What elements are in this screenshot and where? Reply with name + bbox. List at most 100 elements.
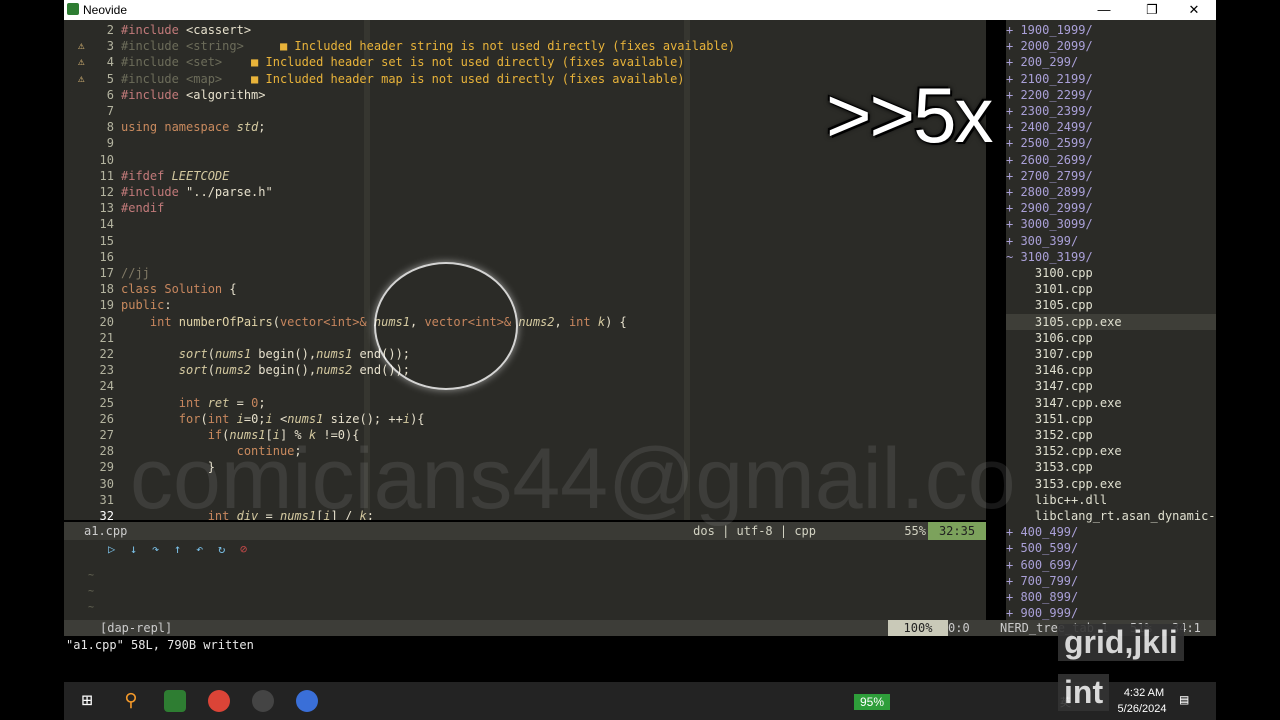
line-number: 30 <box>99 476 114 491</box>
code-line[interactable]: 26 for(int i=0;i <nums1 size(); ++i){ <box>64 411 986 427</box>
search-icon[interactable]: ⚲ <box>120 690 142 712</box>
tree-directory[interactable]: + 300_399/ <box>1006 233 1216 249</box>
tree-directory[interactable]: + 2400_2499/ <box>1006 119 1216 135</box>
neovide-taskbar-icon[interactable] <box>164 690 186 712</box>
tree-file[interactable]: 3106.cpp <box>1006 330 1216 346</box>
dap-control-button[interactable]: ↷ <box>152 542 159 556</box>
code-line[interactable]: ⚠ 4 #include <set> ■ Included header set i… <box>64 54 986 70</box>
tree-file[interactable]: 3152.cpp.exe <box>1006 443 1216 459</box>
line-number: 18 <box>99 282 114 297</box>
tree-directory[interactable]: + 700_799/ <box>1006 573 1216 589</box>
code-line[interactable]: 13 #endif <box>64 200 986 216</box>
code-line[interactable]: 19 public: <box>64 297 986 313</box>
code-line[interactable]: 2 #include <cassert> <box>64 22 986 38</box>
dap-control-button[interactable]: ↑ <box>174 542 181 556</box>
dap-control-button[interactable]: ↓ <box>130 542 137 556</box>
code-line[interactable]: 24 <box>64 378 986 394</box>
tree-directory[interactable]: + 2100_2199/ <box>1006 71 1216 87</box>
close-button[interactable]: ✕ <box>1172 0 1216 20</box>
tree-file[interactable]: 3100.cpp <box>1006 265 1216 281</box>
tree-directory[interactable]: + 2700_2799/ <box>1006 168 1216 184</box>
tree-file[interactable]: 3107.cpp <box>1006 346 1216 362</box>
line-number: 8 <box>106 120 114 135</box>
code-line[interactable]: 14 <box>64 216 986 232</box>
file-tree[interactable]: + 1900_1999/+ 2000_2099/+ 200_299/+ 2100… <box>1006 20 1216 620</box>
tree-file[interactable]: 3101.cpp <box>1006 281 1216 297</box>
tree-directory[interactable]: + 2600_2699/ <box>1006 152 1216 168</box>
dap-control-button[interactable]: ↻ <box>218 542 225 556</box>
line-number: 4 <box>106 55 114 70</box>
tree-file[interactable]: 3153.cpp.exe <box>1006 476 1216 492</box>
code-line[interactable]: 18 class Solution { <box>64 281 986 297</box>
line-number: 7 <box>106 104 114 118</box>
battery-indicator[interactable]: 95% <box>854 694 891 710</box>
tree-file[interactable]: 3146.cpp <box>1006 362 1216 378</box>
dap-control-button[interactable]: ⊘ <box>240 542 247 556</box>
code-line[interactable]: 22 sort(nums1 begin(),nums1 end()); <box>64 346 986 362</box>
code-line[interactable]: 15 <box>64 233 986 249</box>
code-line[interactable]: 12 #include "../parse.h" <box>64 184 986 200</box>
tree-file[interactable]: 3147.cpp.exe <box>1006 395 1216 411</box>
line-number: 10 <box>99 152 114 167</box>
code-line[interactable]: 17 //jj <box>64 265 986 281</box>
tree-directory[interactable]: + 600_699/ <box>1006 557 1216 573</box>
code-line[interactable]: 25 int ret = 0; <box>64 395 986 411</box>
code-line[interactable]: 21 <box>64 330 986 346</box>
tree-directory[interactable]: + 1900_1999/ <box>1006 22 1216 38</box>
tree-file[interactable]: libc++.dll <box>1006 492 1216 508</box>
repl-tilde: ~ <box>88 602 95 613</box>
tree-file[interactable]: 3105.cpp.exe <box>1006 313 1216 330</box>
restore-button[interactable]: ❐ <box>1130 0 1174 20</box>
tree-directory[interactable]: + 2000_2099/ <box>1006 38 1216 54</box>
repl-tilde: ~ <box>88 586 95 597</box>
tree-file[interactable]: 3152.cpp <box>1006 427 1216 443</box>
tree-directory[interactable]: + 2500_2599/ <box>1006 135 1216 151</box>
tree-directory[interactable]: + 200_299/ <box>1006 54 1216 70</box>
tree-file[interactable]: 3151.cpp <box>1006 411 1216 427</box>
code-line[interactable]: 11 #ifdef LEETCODE <box>64 168 986 184</box>
key-hint: grid,jkli <box>1058 624 1184 661</box>
tree-directory[interactable]: + 500_599/ <box>1006 540 1216 556</box>
tree-file[interactable]: 3153.cpp <box>1006 459 1216 475</box>
windows-start-icon[interactable]: ⊞ <box>76 690 98 712</box>
line-code: sort(nums2 begin(),nums2 end()); <box>121 363 411 378</box>
code-line[interactable]: 23 sort(nums2 begin(),nums2 end()); <box>64 362 986 378</box>
tree-directory[interactable]: + 900_999/ <box>1006 605 1216 620</box>
app-icon[interactable] <box>296 690 318 712</box>
line-code: using namespace std; <box>121 120 266 135</box>
tree-directory[interactable]: + 2200_2299/ <box>1006 87 1216 103</box>
tree-file[interactable]: 3147.cpp <box>1006 378 1216 394</box>
clock-date[interactable]: 5/26/2024 <box>1112 703 1172 715</box>
clock-time[interactable]: 4:32 AM <box>1122 687 1166 699</box>
tree-directory[interactable]: ~ 3100_3199/ <box>1006 249 1216 265</box>
obs-icon[interactable] <box>252 690 274 712</box>
code-line[interactable]: 20 int numberOfPairs(vector<int>& nums1,… <box>64 314 986 330</box>
line-number: 28 <box>99 444 114 459</box>
repl-percent: 100% <box>888 620 948 636</box>
line-code: int ret = 0; <box>121 395 266 410</box>
line-number: 24 <box>99 379 114 394</box>
chrome-icon[interactable] <box>208 690 230 712</box>
tree-directory[interactable]: + 800_899/ <box>1006 589 1216 605</box>
code-line[interactable]: 16 <box>64 249 986 265</box>
dap-control-button[interactable]: ▷ <box>108 542 115 556</box>
tree-directory[interactable]: + 2900_2999/ <box>1006 200 1216 216</box>
line-code: #include <set> ■ Included header set is … <box>121 55 685 70</box>
dap-control-button[interactable]: ↶ <box>196 542 203 556</box>
tree-file[interactable]: libclang_rt.asan_dynamic- <box>1006 508 1216 524</box>
notifications-icon[interactable]: ▤ <box>1180 692 1188 708</box>
command-line[interactable]: "a1.cpp" 58L, 790B written <box>64 636 1216 682</box>
line-number: 26 <box>99 411 114 426</box>
line-number: 19 <box>99 298 114 313</box>
code-line[interactable]: ⚠ 3 #include <string> ■ Included header st… <box>64 38 986 54</box>
dap-repl-pane[interactable]: ~ ~ ~ <box>64 558 986 620</box>
tree-directory[interactable]: + 3000_3099/ <box>1006 216 1216 232</box>
dap-controls: ▷ ↓ ↷ ↑ ↶ ↻ ⊘ <box>64 540 986 558</box>
minimize-button[interactable]: — <box>1082 0 1126 20</box>
tree-directory[interactable]: + 400_499/ <box>1006 524 1216 540</box>
repl-buffer-name: [dap-repl] <box>100 621 173 635</box>
line-number: 3 <box>106 39 114 54</box>
tree-directory[interactable]: + 2800_2899/ <box>1006 184 1216 200</box>
tree-directory[interactable]: + 2300_2399/ <box>1006 103 1216 119</box>
tree-file[interactable]: 3105.cpp <box>1006 297 1216 313</box>
